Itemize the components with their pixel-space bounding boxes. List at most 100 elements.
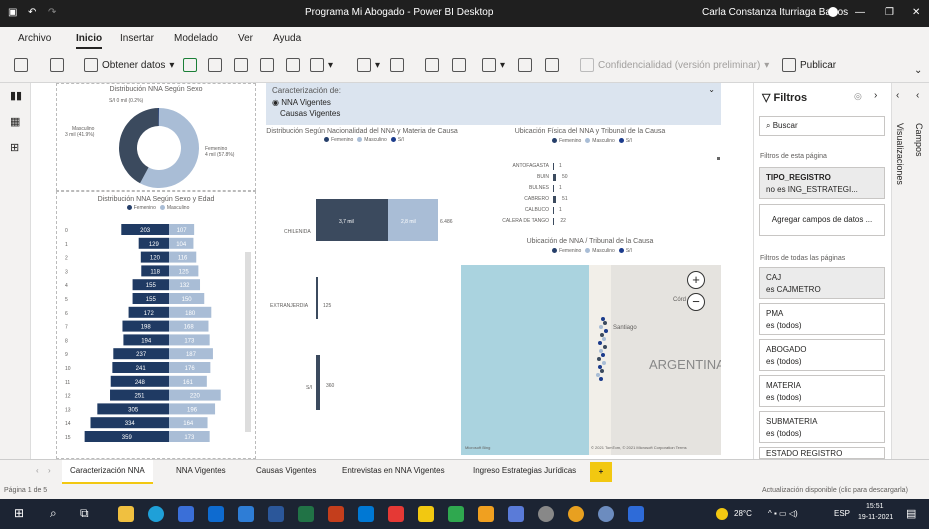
paste-button[interactable] bbox=[14, 58, 28, 72]
ubicacion-bar[interactable] bbox=[553, 163, 554, 170]
app-red-icon[interactable] bbox=[388, 506, 404, 522]
menu-inicio[interactable]: Inicio bbox=[76, 33, 103, 49]
slicer-option-nna[interactable]: ◉ NNA Vigentes bbox=[272, 98, 715, 107]
dataset-button[interactable] bbox=[208, 58, 222, 72]
expand-viz-icon[interactable]: ‹ bbox=[896, 90, 899, 101]
tab-ingreso-estrategias[interactable]: Ingreso Estrategias Jurídicas bbox=[473, 466, 576, 475]
user-name[interactable]: Carla Constanza Iturriaga Barros bbox=[702, 7, 848, 18]
windows-start-icon[interactable]: ⊞ bbox=[14, 506, 30, 522]
outlook-icon[interactable] bbox=[358, 506, 374, 522]
tab-causas-vigentes[interactable]: Causas Vigentes bbox=[256, 466, 316, 475]
task-view-icon[interactable]: ⧉ bbox=[80, 506, 96, 522]
ubicacion-bar[interactable] bbox=[553, 185, 554, 192]
edge-icon[interactable] bbox=[148, 506, 164, 522]
weather-icon[interactable] bbox=[716, 508, 728, 520]
map-point[interactable] bbox=[604, 329, 608, 333]
chrome-icon[interactable] bbox=[568, 506, 584, 522]
tab-nna-vigentes[interactable]: NNA Vigentes bbox=[176, 466, 226, 475]
model-view-icon[interactable]: ⊞ bbox=[10, 141, 19, 154]
store-icon[interactable] bbox=[178, 506, 194, 522]
clock-time[interactable]: 15:51 bbox=[866, 503, 884, 510]
close-icon[interactable]: ✕ bbox=[912, 7, 920, 18]
filter-card-tipo[interactable]: TIPO_REGISTRO no es ING_ESTRATEGI... bbox=[759, 167, 885, 199]
map-visual[interactable]: Ubicación de NNA / Tribunal de la Causa … bbox=[459, 237, 721, 459]
redo-icon[interactable]: ↷ bbox=[48, 7, 56, 18]
app-blue2-icon[interactable] bbox=[628, 506, 644, 522]
map-point[interactable] bbox=[603, 345, 607, 349]
excel-taskbar-icon[interactable] bbox=[298, 506, 314, 522]
pyramid-scrollbar[interactable] bbox=[245, 252, 251, 432]
clock-date[interactable]: 19-11-2021 bbox=[858, 514, 893, 521]
dataverse-button[interactable] bbox=[286, 58, 300, 72]
menu-modelado[interactable]: Modelado bbox=[174, 33, 218, 44]
format-painter-button[interactable] bbox=[50, 58, 64, 72]
map-point[interactable] bbox=[597, 357, 601, 361]
menu-insertar[interactable]: Insertar bbox=[120, 33, 154, 44]
teams-icon[interactable] bbox=[508, 506, 524, 522]
new-measure-button[interactable] bbox=[518, 58, 532, 72]
nacionalidad-visual[interactable]: Distribución Según Nacionalidad del NNA … bbox=[266, 127, 458, 459]
tab-prev-icon[interactable]: ‹ bbox=[36, 466, 39, 475]
map-point[interactable] bbox=[599, 325, 603, 329]
app-blue-icon[interactable] bbox=[598, 506, 614, 522]
quick-measure-button[interactable] bbox=[545, 58, 559, 72]
map-point[interactable] bbox=[601, 353, 605, 357]
powerbi-taskbar-icon[interactable] bbox=[418, 506, 434, 522]
word-icon[interactable] bbox=[268, 506, 284, 522]
recent-sources-button[interactable]: ▾ bbox=[310, 58, 333, 72]
eye-icon[interactable]: ◎ bbox=[854, 91, 862, 102]
text-box-button[interactable] bbox=[452, 58, 466, 72]
minimize-icon[interactable]: — bbox=[855, 7, 865, 18]
filter-card-materia[interactable]: MATERIA es (todos) bbox=[759, 375, 885, 407]
collapse-filters-icon[interactable]: › bbox=[874, 90, 877, 101]
menu-ayuda[interactable]: Ayuda bbox=[273, 33, 301, 44]
filters-search[interactable]: ⌕ Buscar bbox=[759, 116, 885, 136]
tab-next-icon[interactable]: › bbox=[48, 466, 51, 475]
slicer-visual[interactable]: Caracterización de: ◉ NNA Vigentes Causa… bbox=[266, 83, 721, 125]
new-visual-button[interactable] bbox=[425, 58, 439, 72]
slicer-option-causas[interactable]: Causas Vigentes bbox=[280, 109, 707, 118]
search-taskbar-icon[interactable]: ⌕ bbox=[50, 506, 66, 522]
tab-caracterizacion[interactable]: Caracterización NNA bbox=[62, 460, 153, 484]
slicer-dropdown-icon[interactable]: ⌄ bbox=[708, 85, 715, 94]
filter-card-abogado[interactable]: ABOGADO es (todos) bbox=[759, 339, 885, 371]
visualizations-pane-label[interactable]: Visualizaciones bbox=[895, 123, 905, 185]
app-green-icon[interactable] bbox=[448, 506, 464, 522]
map-point[interactable] bbox=[599, 377, 603, 381]
map-point[interactable] bbox=[602, 337, 606, 341]
sql-button[interactable] bbox=[234, 58, 248, 72]
map-point[interactable] bbox=[598, 341, 602, 345]
zoom-in-button[interactable]: + bbox=[687, 271, 705, 289]
menu-archivo[interactable]: Archivo bbox=[18, 33, 51, 44]
map-point[interactable] bbox=[602, 361, 606, 365]
avatar[interactable] bbox=[828, 7, 838, 17]
transform-button[interactable]: ▾ bbox=[357, 58, 380, 72]
update-available-link[interactable]: Actualización disponible (clic para desc… bbox=[762, 487, 908, 494]
ubicacion-visual[interactable]: Ubicación Física del NNA y Tribunal de l… bbox=[459, 127, 721, 237]
map-area[interactable]: Santiago Córd ARGENTINA + − Microsoft Bi… bbox=[461, 265, 721, 455]
add-page-button[interactable]: + bbox=[590, 462, 612, 482]
app-gray-icon[interactable] bbox=[538, 506, 554, 522]
donut-visual[interactable]: Distribución NNA Según Sexo S/I 0 mil (0… bbox=[56, 83, 256, 191]
pyramid-visual[interactable]: Distribución NNA Según Sexo y Edad Femen… bbox=[56, 191, 256, 459]
weather-temp[interactable]: 28°C bbox=[734, 509, 752, 518]
ubicacion-scroll-dot[interactable] bbox=[717, 157, 720, 160]
save-icon[interactable]: ▣ bbox=[8, 7, 17, 18]
add-data-fields[interactable]: Agregar campos de datos ... bbox=[759, 204, 885, 236]
data-view-icon[interactable]: ▦ bbox=[10, 115, 20, 128]
zoom-out-button[interactable]: − bbox=[687, 293, 705, 311]
app-l-icon[interactable] bbox=[238, 506, 254, 522]
refresh-button[interactable] bbox=[390, 58, 404, 72]
map-point[interactable] bbox=[603, 321, 607, 325]
powerpoint-icon[interactable] bbox=[328, 506, 344, 522]
get-data-button[interactable]: Obtener datos ▾ bbox=[84, 58, 174, 72]
filter-card-caj[interactable]: CAJ es CAJMETRO bbox=[759, 267, 885, 299]
filter-card-pma[interactable]: PMA es (todos) bbox=[759, 303, 885, 335]
excel-button[interactable] bbox=[183, 58, 197, 72]
ubicacion-bar[interactable] bbox=[553, 207, 554, 214]
tab-entrevistas[interactable]: Entrevistas en NNA Vigentes bbox=[342, 466, 445, 475]
ubicacion-bar[interactable] bbox=[553, 218, 555, 225]
collapse-ribbon-icon[interactable]: ⌄ bbox=[914, 65, 922, 76]
more-visuals-button[interactable]: ▾ bbox=[482, 58, 505, 72]
language-indicator[interactable]: ESP bbox=[834, 509, 850, 518]
